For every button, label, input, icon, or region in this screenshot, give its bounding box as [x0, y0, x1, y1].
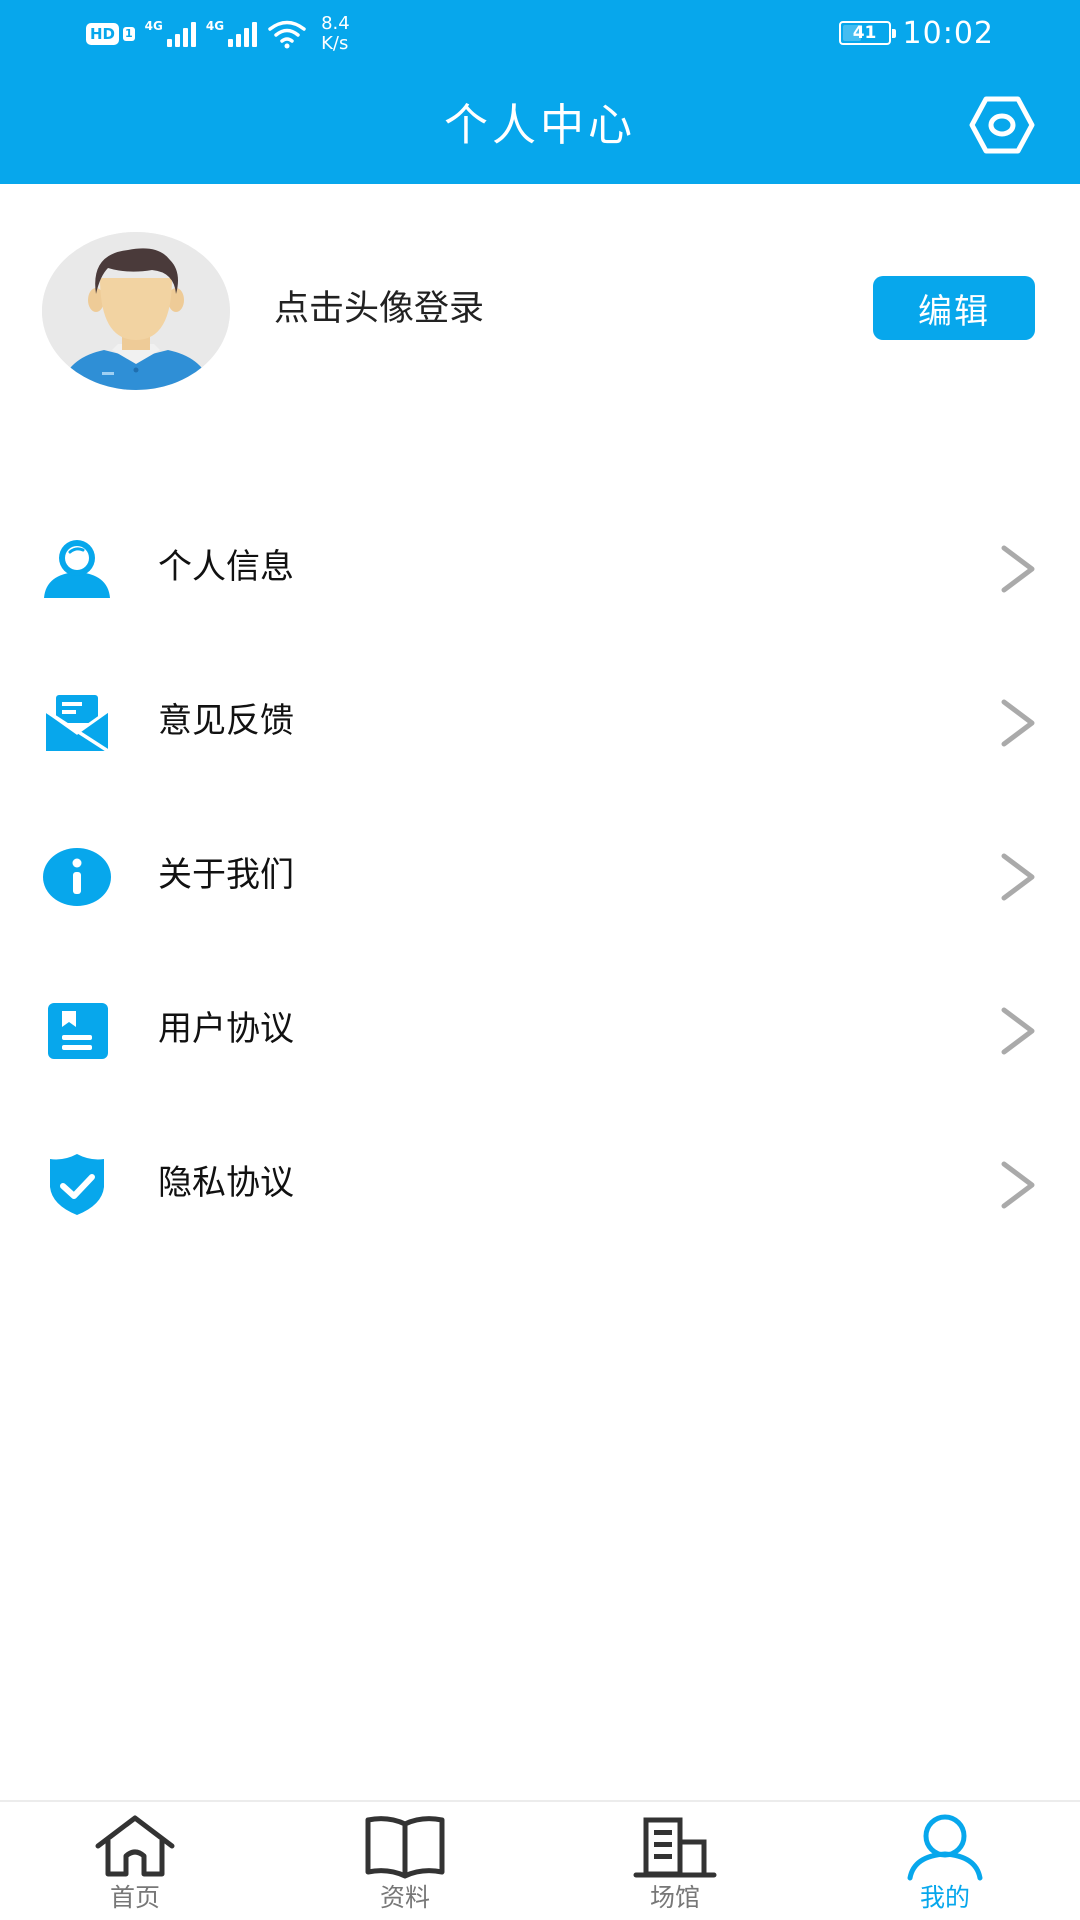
signal-icon — [166, 21, 196, 47]
menu-item-label: 关于我们 — [158, 855, 294, 895]
nav-item-venues[interactable]: 场馆 — [540, 1802, 810, 1920]
menu-list: 个人信息 意见反馈 关于我们 用户协议 隐私协议 — [0, 492, 1080, 1262]
menu-item-personal-info[interactable]: 个人信息 — [0, 492, 1080, 646]
settings-button[interactable] — [968, 94, 1036, 156]
status-bar-right: 41 10:02 — [838, 12, 994, 54]
shield-check-icon — [42, 1152, 112, 1218]
app-header: HD 1 4G 4G 8.4 K/s 41 10:02 个人中心 — [0, 0, 1080, 184]
menu-item-privacy-policy[interactable]: 隐私协议 — [0, 1108, 1080, 1262]
bottom-nav: 首页 资料 场馆 我的 — [0, 1800, 1080, 1920]
login-hint[interactable]: 点击头像登录 — [274, 284, 484, 334]
mail-icon — [42, 690, 112, 756]
nav-item-mine[interactable]: 我的 — [810, 1802, 1080, 1920]
sim-badge: 1 — [123, 27, 135, 41]
chevron-right-icon — [1001, 545, 1035, 593]
chevron-right-icon — [1001, 1007, 1035, 1055]
screen: HD 1 4G 4G 8.4 K/s 41 10:02 个人中心 点击头像登录 … — [0, 0, 1080, 1920]
avatar[interactable] — [42, 232, 230, 390]
person-outline-icon — [907, 1814, 983, 1881]
status-bar: HD 1 4G 4G 8.4 K/s 41 10:02 — [0, 0, 1080, 66]
info-icon — [42, 844, 112, 910]
network-type-1: 4G — [144, 19, 163, 33]
nav-label: 资料 — [379, 1883, 430, 1912]
menu-item-label: 用户协议 — [158, 1009, 294, 1049]
chevron-right-icon — [1001, 1161, 1035, 1209]
hd-badge: HD — [86, 23, 120, 45]
battery-level: 41 — [852, 23, 877, 43]
net-speed: 8.4 K/s — [321, 14, 350, 54]
menu-item-feedback[interactable]: 意见反馈 — [0, 646, 1080, 800]
nav-item-home[interactable]: 首页 — [0, 1802, 270, 1920]
document-icon — [42, 998, 112, 1064]
nav-item-materials[interactable]: 资料 — [270, 1802, 540, 1920]
menu-item-user-agreement[interactable]: 用户协议 — [0, 954, 1080, 1108]
chevron-right-icon — [1001, 853, 1035, 901]
wifi-icon — [268, 20, 306, 49]
menu-item-label: 隐私协议 — [158, 1163, 294, 1203]
net-speed-value: 8.4 — [321, 13, 350, 34]
nav-label: 场馆 — [649, 1883, 700, 1912]
status-bar-left: HD 1 4G 4G 8.4 K/s — [86, 14, 350, 54]
menu-item-about-us[interactable]: 关于我们 — [0, 800, 1080, 954]
nav-label: 我的 — [919, 1883, 970, 1912]
book-icon — [365, 1816, 445, 1879]
battery-icon: 41 — [838, 21, 896, 45]
building-icon — [633, 1817, 717, 1878]
nav-label: 首页 — [109, 1883, 160, 1912]
menu-item-label: 个人信息 — [158, 547, 294, 587]
default-user-avatar — [42, 232, 230, 390]
menu-item-label: 意见反馈 — [158, 701, 294, 741]
signal-icon — [228, 21, 258, 47]
house-icon — [95, 1815, 175, 1877]
edit-button[interactable]: 编辑 — [873, 276, 1035, 340]
page-title: 个人中心 — [444, 100, 636, 151]
chevron-right-icon — [1001, 699, 1035, 747]
person-icon — [42, 536, 112, 602]
status-time: 10:02 — [902, 15, 994, 51]
network-type-2: 4G — [205, 19, 225, 33]
profile-section: 点击头像登录 编辑 — [0, 184, 1080, 414]
net-speed-unit: K/s — [321, 33, 349, 54]
hexagon-gear-icon — [969, 96, 1035, 154]
